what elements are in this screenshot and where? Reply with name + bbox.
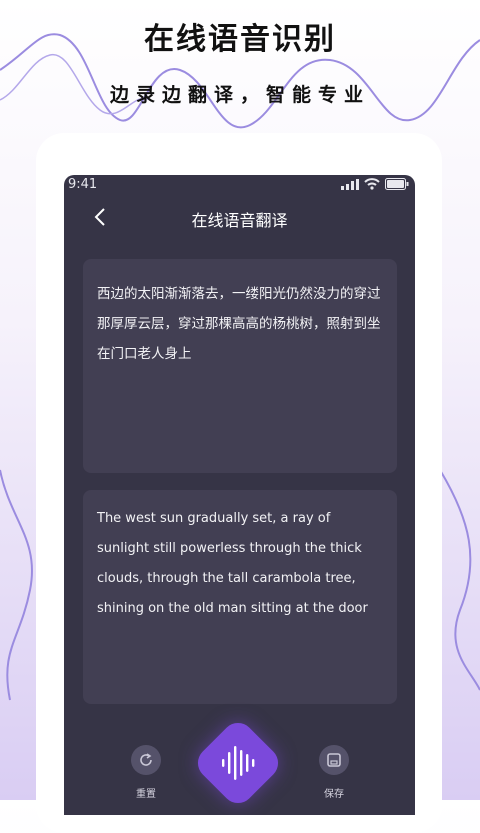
page-title: 在线语音翻译 (191, 211, 288, 230)
save-icon (319, 745, 349, 775)
signal-icon (341, 178, 359, 190)
soundwave-icon (222, 746, 255, 780)
reset-label: 重置 (136, 789, 156, 800)
wifi-icon (364, 178, 380, 190)
save-button[interactable]: 保存 (314, 745, 354, 800)
translation-card[interactable]: The west sun gradually set, a ray of sun… (83, 490, 397, 704)
save-label: 保存 (324, 789, 344, 800)
promo-subtitle: 边录边翻译，智能专业 (109, 84, 370, 106)
status-time: 9:41 (68, 177, 98, 192)
promo-title: 在线语音识别 (144, 22, 336, 57)
refresh-icon (131, 745, 161, 775)
source-text: 西边的太阳渐渐落去，一缕阳光仍然没力的穿过那厚厚云层，穿过那棵高高的杨桃树，照射… (97, 286, 381, 362)
battery-icon (385, 178, 409, 190)
reset-button[interactable]: 重置 (126, 745, 166, 800)
translated-text: The west sun gradually set, a ray of sun… (97, 511, 368, 616)
status-icons (341, 178, 409, 190)
source-text-card[interactable]: 西边的太阳渐渐落去，一缕阳光仍然没力的穿过那厚厚云层，穿过那棵高高的杨桃树，照射… (83, 259, 397, 473)
app-screen: 9:41 在线语音翻译 西边的太阳渐渐落去，一缕阳光仍然没力的穿过那厚厚云层，穿… (64, 175, 415, 815)
